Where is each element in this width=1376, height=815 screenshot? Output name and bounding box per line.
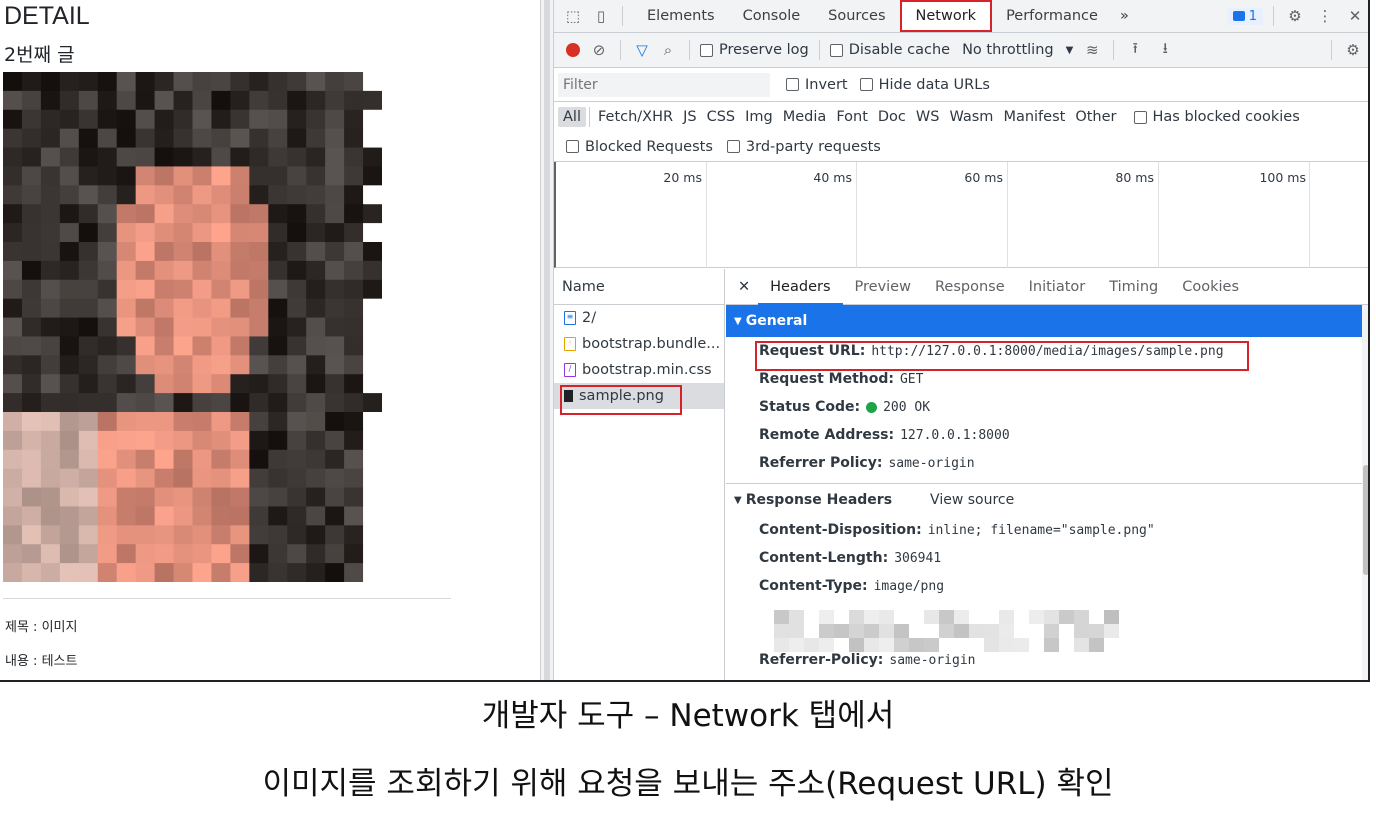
filter-input[interactable]	[558, 72, 770, 97]
invert-checkbox[interactable]: Invert	[786, 77, 848, 93]
type-img[interactable]: Img	[740, 107, 778, 127]
timeline-tick: 40 ms	[813, 170, 852, 185]
issues-badge[interactable]: 1	[1226, 7, 1263, 25]
close-detail-icon[interactable]: ✕	[736, 269, 758, 305]
resource-type-filter: All Fetch/XHR JS CSS Img Media Font Doc …	[554, 102, 1370, 132]
throttling-select[interactable]: No throttling	[962, 42, 1054, 58]
view-source-link[interactable]: View source	[930, 492, 1014, 508]
request-row-document[interactable]: ≡ 2/	[554, 305, 724, 331]
content-type-row: Content-Type: image/png	[759, 578, 945, 594]
name-column-header[interactable]: Name	[554, 269, 724, 305]
tab-elements[interactable]: Elements	[633, 0, 729, 33]
tab-initiator[interactable]: Initiator	[1017, 269, 1098, 305]
type-doc[interactable]: Doc	[873, 107, 911, 127]
tab-console[interactable]: Console	[729, 0, 815, 33]
disable-cache-checkbox[interactable]: Disable cache	[829, 42, 950, 58]
kebab-menu-icon[interactable]: ⋮	[1314, 5, 1336, 27]
type-ws[interactable]: WS	[911, 107, 945, 127]
hide-data-urls-checkbox[interactable]: Hide data URLs	[859, 77, 990, 93]
content-disposition-row: Content-Disposition: inline; filename="sa…	[759, 522, 1155, 538]
network-settings-icon[interactable]: ⚙	[1342, 39, 1364, 61]
filter-icon[interactable]: ▽	[631, 39, 653, 61]
message-icon	[1232, 11, 1245, 21]
tab-response[interactable]: Response	[923, 269, 1017, 305]
request-detail: ✕ Headers Preview Response Initiator Tim…	[726, 269, 1370, 680]
type-wasm[interactable]: Wasm	[944, 107, 998, 127]
referrer-policy-row: Referrer Policy: same-origin	[759, 455, 975, 471]
tab-timing[interactable]: Timing	[1097, 269, 1170, 305]
script-icon: ◦	[564, 337, 576, 351]
device-toolbar-icon[interactable]: ▯	[590, 5, 612, 27]
tab-sources[interactable]: Sources	[814, 0, 899, 33]
detail-tabbar: ✕ Headers Preview Response Initiator Tim…	[726, 269, 1370, 305]
post-field-title: 제목 : 이미지	[5, 620, 78, 635]
record-icon[interactable]	[566, 43, 580, 57]
post-title: 2번째 글	[4, 44, 75, 66]
status-dot-icon	[866, 401, 878, 413]
close-icon[interactable]: ✕	[1344, 5, 1366, 27]
timeline-tick: 80 ms	[1115, 170, 1154, 185]
timeline-overview[interactable]: 20 ms 40 ms 60 ms 80 ms 100 ms	[554, 162, 1370, 268]
request-row-stylesheet[interactable]: ∕ bootstrap.min.css	[554, 357, 724, 383]
highlight-box-request-url	[755, 341, 1249, 371]
type-all[interactable]: All	[558, 107, 586, 127]
caption-line-2: 이미지를 조회하기 위해 요청을 보내는 주소(Request URL) 확인	[262, 766, 1114, 802]
tab-network[interactable]: Network	[899, 0, 993, 32]
highlight-box-sample	[560, 385, 682, 415]
divider	[3, 598, 451, 599]
web-page: DETAIL 2번째 글 제목 : 이미지 내용 : 테스트	[0, 0, 540, 680]
remote-address-row: Remote Address: 127.0.0.1:8000	[759, 427, 1010, 443]
blocked-filter-bar: Blocked Requests 3rd-party requests	[554, 132, 1370, 162]
type-other[interactable]: Other	[1070, 107, 1121, 127]
request-list: Name ≡ 2/ ◦ bootstrap.bundle... ∕ bootst…	[554, 269, 725, 680]
response-headers-section-header[interactable]: ▼ Response Headers View source	[726, 484, 1370, 516]
devtools-tabbar: ⬚ ▯ Elements Console Sources Network Per…	[554, 0, 1370, 33]
filter-bar: Invert Hide data URLs	[554, 68, 1370, 102]
network-conditions-icon[interactable]: ≋	[1081, 39, 1103, 61]
more-tabs-button[interactable]: »	[1112, 0, 1137, 33]
timeline-tick: 60 ms	[964, 170, 1003, 185]
pixelated-photo	[3, 72, 382, 582]
has-blocked-cookies-checkbox[interactable]: Has blocked cookies	[1133, 109, 1300, 125]
tab-performance[interactable]: Performance	[992, 0, 1112, 33]
caption-line-1: 개발자 도구 – Network 탭에서	[481, 698, 895, 734]
network-toolbar: ⊘ ▽ ⌕ Preserve log Disable cache No thro…	[554, 33, 1370, 68]
import-har-icon[interactable]: ⭱	[1124, 39, 1146, 61]
dropdown-arrow-icon[interactable]: ▼	[1066, 45, 1074, 56]
preserve-log-checkbox[interactable]: Preserve log	[700, 42, 809, 58]
general-section-header[interactable]: ▼ General	[726, 305, 1370, 337]
inspect-element-icon[interactable]: ⬚	[562, 5, 584, 27]
status-code-row: Status Code: 200 OK	[759, 399, 931, 415]
third-party-checkbox[interactable]: 3rd-party requests	[726, 139, 881, 155]
tab-preview[interactable]: Preview	[843, 269, 923, 305]
type-manifest[interactable]: Manifest	[998, 107, 1070, 127]
type-font[interactable]: Font	[831, 107, 873, 127]
page-heading: DETAIL	[4, 2, 90, 30]
clear-icon[interactable]: ⊘	[588, 39, 610, 61]
expand-triangle-icon: ▼	[734, 315, 742, 327]
blocked-requests-checkbox[interactable]: Blocked Requests	[566, 139, 713, 155]
content-length-row: Content-Length: 306941	[759, 550, 942, 566]
frame-border	[0, 680, 1370, 682]
tab-cookies[interactable]: Cookies	[1170, 269, 1251, 305]
document-icon: ≡	[564, 311, 576, 325]
stylesheet-icon: ∕	[564, 363, 576, 377]
export-har-icon[interactable]: ⭳	[1154, 39, 1176, 61]
search-icon[interactable]: ⌕	[657, 39, 679, 61]
request-row-script[interactable]: ◦ bootstrap.bundle...	[554, 331, 724, 357]
timeline-tick: 100 ms	[1259, 170, 1306, 185]
tab-headers[interactable]: Headers	[758, 269, 843, 305]
settings-gear-icon[interactable]: ⚙	[1284, 5, 1306, 27]
type-fetch-xhr[interactable]: Fetch/XHR	[593, 107, 678, 127]
post-field-content: 내용 : 테스트	[5, 654, 78, 669]
pane-splitter[interactable]	[540, 0, 554, 680]
type-media[interactable]: Media	[778, 107, 832, 127]
frame-border	[1368, 0, 1370, 682]
timeline-tick: 20 ms	[663, 170, 702, 185]
type-js[interactable]: JS	[678, 107, 701, 127]
type-css[interactable]: CSS	[702, 107, 741, 127]
devtools-panel: ⬚ ▯ Elements Console Sources Network Per…	[554, 0, 1370, 680]
expand-triangle-icon: ▼	[734, 494, 742, 506]
